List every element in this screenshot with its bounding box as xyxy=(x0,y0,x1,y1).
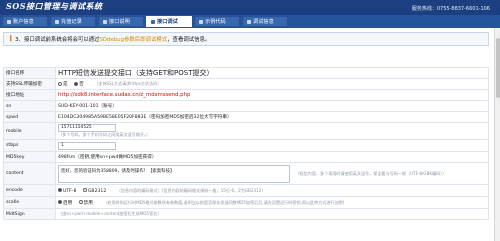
mdtsign-hint: （由sn+pwd+mobile+content加密后生成MD5签名） xyxy=(58,211,162,216)
stbps-input[interactable]: 1 xyxy=(58,141,116,150)
form-row-spwd: spwd E104DC304985A59BE58E05F20F883E（密码加密… xyxy=(3,111,489,123)
row-label: stbps xyxy=(3,139,56,152)
form-row-scalle: scalle 启用 禁用 （启用时则运行时MD5格式参数所有参数值,说明当以前是… xyxy=(3,196,489,209)
tab-sample-code[interactable]: 示例代码 xyxy=(194,16,240,27)
row-label: scalle xyxy=(3,196,56,209)
code-icon xyxy=(199,19,203,24)
interface-name-value: HTTP短信发送提交接口（支持GET和POST提交） xyxy=(55,67,489,79)
tab-recharge-records[interactable]: 充值记录 xyxy=(50,16,96,27)
form-row-ssl: 支持SSL传输加密 是 否 （支持SSL方式请求https方式访问） xyxy=(3,78,489,90)
tab-account-info[interactable]: 账户信息 xyxy=(2,16,48,27)
md5key-value: 498fsm（密钥,使用sn+pwd做MD5加密获得） xyxy=(55,151,489,163)
content-textarea[interactable]: 您好，您的验证码为358809，请及时操作！【索奥科技】 xyxy=(58,164,290,183)
row-label: MdtSign xyxy=(3,208,56,220)
radio-icon xyxy=(78,200,83,204)
page-scrollbar[interactable] xyxy=(494,28,500,241)
encode-option-utf8[interactable]: UTF-8 xyxy=(58,188,76,194)
form-row-stbps: stbps 1 xyxy=(3,139,489,152)
app-logo: SOS接口管理与调试系统 xyxy=(6,1,103,11)
info-icon xyxy=(247,19,251,24)
form-row-interface-name: 接口名称 HTTP短信发送提交接口（支持GET和POST提交） xyxy=(3,67,489,79)
row-label: MD5key xyxy=(3,151,56,163)
ssl-hint: （支持SSL方式请求https方式访问） xyxy=(94,81,162,86)
user-icon xyxy=(7,19,11,24)
service-hotline: 服务热线：0755-8837-6601-106 xyxy=(411,6,490,12)
mobile-input[interactable]: 15711154525 xyxy=(58,124,116,132)
ssl-option-yes[interactable]: 是 xyxy=(58,81,68,87)
list-icon xyxy=(55,19,59,24)
radio-selected-icon xyxy=(58,188,62,192)
form-row-encode: encode UTF-8 GB2312 （信息内容的编码格式；(信息内容的编码格… xyxy=(3,184,489,197)
form-row-content: content 您好，您的验证码为358809，请及时操作！【索奥科技】 （短信… xyxy=(3,162,489,185)
notice-bullet: ▍ xyxy=(10,36,15,42)
scalle-hint: （启用时则运行时MD5格式参数所有参数值,说明当以前是否保存发送同数MD5加密后… xyxy=(103,199,345,205)
content-hint: （短信内容，多个采用时请使用英文逗号，保全要与号码一致（UTF-8/GBK编码）… xyxy=(295,171,447,176)
radio-icon xyxy=(58,81,62,86)
row-label: 接口地址 xyxy=(3,89,56,101)
ssl-option-no[interactable]: 否 xyxy=(74,81,84,87)
doc-icon xyxy=(103,19,107,24)
form-row-md5key: MD5key 498fsm（密钥,使用sn+pwd做MD5加密获得） xyxy=(3,151,489,163)
form-row-mdtsign: MdtSign （由sn+pwd+mobile+content加密后生成MD5签… xyxy=(3,208,489,220)
debug-notice: ▍ 3、接口调试前系统会将会可以通过 SDdebug参数后即调试模式 ，查看调试… xyxy=(3,32,489,46)
encode-option-gb2312[interactable]: GB2312 xyxy=(82,188,106,194)
app-header: SOS接口管理与调试系统 服务热线：0755-8837-6601-106 xyxy=(0,0,500,15)
row-label: 支持SSL传输加密 xyxy=(3,78,56,90)
main-tabs: 账户信息 充值记录 接口说明 接口调试 示例代码 调试信息 xyxy=(0,15,500,28)
row-label: content xyxy=(3,162,56,185)
scalle-option-enable[interactable]: 启用 xyxy=(58,200,72,206)
form-row-mobile: mobile 15711154525 （多个号码，多个手机号码之间用英文逗号隔开… xyxy=(3,122,489,140)
tab-interface-docs[interactable]: 接口说明 xyxy=(98,16,144,27)
row-label: encode xyxy=(3,184,56,197)
scalle-option-disable[interactable]: 禁用 xyxy=(78,200,93,206)
radio-selected-icon xyxy=(74,81,79,86)
mobile-hint: （多个号码，多个手机号码之间用英文逗号隔开。） xyxy=(58,132,151,137)
row-label: 接口名称 xyxy=(3,67,56,79)
scrollbar-thumb[interactable] xyxy=(496,38,500,98)
form-row-url: 接口地址 http://sdk8.interface.sudas.cn/z_md… xyxy=(3,89,489,101)
row-label: spwd xyxy=(3,111,56,123)
row-label: mobile xyxy=(3,122,56,140)
form-row-sn: sn SUD-KEY-001-101（账号） xyxy=(3,100,489,112)
encode-hint: （信息内容的编码格式；(信息内容的编码格式接收一般，15位-6，2为GB2312… xyxy=(116,187,266,193)
tab-interface-debug[interactable]: 接口调试 xyxy=(146,16,192,27)
sn-value: SUD-KEY-001-101（账号） xyxy=(55,100,489,112)
radio-icon xyxy=(82,188,87,192)
radio-selected-icon xyxy=(58,200,62,204)
debug-icon xyxy=(151,19,155,24)
interface-url-link[interactable]: http://sdk8.interface.sudas.cn/z_mdsmsse… xyxy=(58,92,190,98)
debug-form: 接口名称 HTTP短信发送提交接口（支持GET和POST提交） 支持SSL传输加… xyxy=(3,67,489,220)
spwd-value: E104DC304985A59BE58E05F20F883E（密码加密MD5加密… xyxy=(55,111,489,123)
row-label: sn xyxy=(3,100,56,112)
tab-debug-info[interactable]: 调试信息 xyxy=(242,16,288,27)
